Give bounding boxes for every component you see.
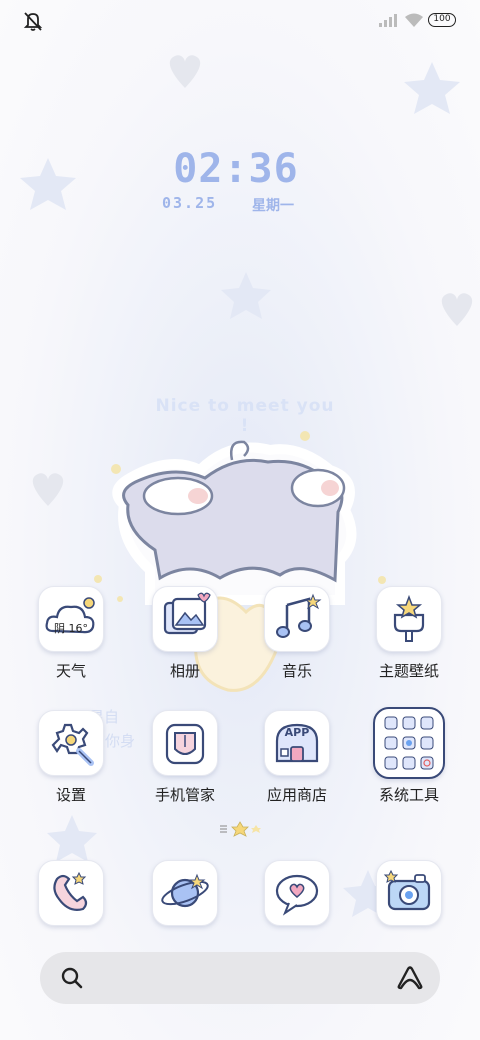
app-label: 天气 bbox=[55, 662, 86, 680]
security-icon[interactable] bbox=[152, 710, 218, 776]
search-icon[interactable] bbox=[60, 966, 84, 990]
app-label: 主题壁纸 bbox=[378, 662, 439, 680]
gallery-icon[interactable] bbox=[152, 586, 218, 652]
phone-icon[interactable] bbox=[38, 860, 104, 926]
app-label: 手机管家 bbox=[154, 786, 215, 804]
app-store-badge: APP bbox=[284, 726, 310, 739]
app-label: 系统工具 bbox=[378, 786, 439, 804]
app-theme[interactable]: 主题壁纸 bbox=[364, 586, 454, 698]
weather-icon[interactable]: 阴 16° bbox=[38, 586, 104, 652]
clock-weekday: 星期一 bbox=[252, 198, 294, 214]
app-music[interactable]: 音乐 bbox=[252, 586, 342, 698]
app-weather[interactable]: 阴 16° 天气 bbox=[26, 586, 116, 698]
wallpaper-tagline: Nice to meet you ! bbox=[155, 396, 335, 436]
app-label: 相册 bbox=[169, 662, 200, 680]
app-label: 应用商店 bbox=[266, 786, 327, 804]
messages-icon[interactable] bbox=[264, 860, 330, 926]
tools-folder-icon[interactable] bbox=[373, 707, 445, 779]
search-bar[interactable] bbox=[40, 952, 440, 1004]
app-tools-folder[interactable]: 系统工具 bbox=[364, 707, 454, 822]
app-store[interactable]: APP 应用商店 bbox=[252, 710, 342, 822]
music-icon[interactable] bbox=[264, 586, 330, 652]
theme-icon[interactable] bbox=[376, 586, 442, 652]
browser-icon[interactable] bbox=[152, 860, 218, 926]
assistant-icon[interactable] bbox=[396, 966, 424, 990]
camera-icon[interactable] bbox=[376, 860, 442, 926]
page-indicator[interactable] bbox=[218, 820, 268, 840]
app-gallery[interactable]: 相册 bbox=[140, 586, 230, 698]
app-security[interactable]: 手机管家 bbox=[140, 710, 230, 822]
app-label: 设置 bbox=[55, 786, 86, 804]
settings-icon[interactable] bbox=[38, 710, 104, 776]
clock-time[interactable]: 02:36 bbox=[160, 146, 312, 192]
weather-text: 阴 16° bbox=[54, 622, 88, 635]
app-label: 音乐 bbox=[281, 662, 312, 680]
app-settings[interactable]: 设置 bbox=[26, 710, 116, 822]
app-store-icon[interactable]: APP bbox=[264, 710, 330, 776]
clock-date: 03.25 bbox=[162, 194, 218, 212]
